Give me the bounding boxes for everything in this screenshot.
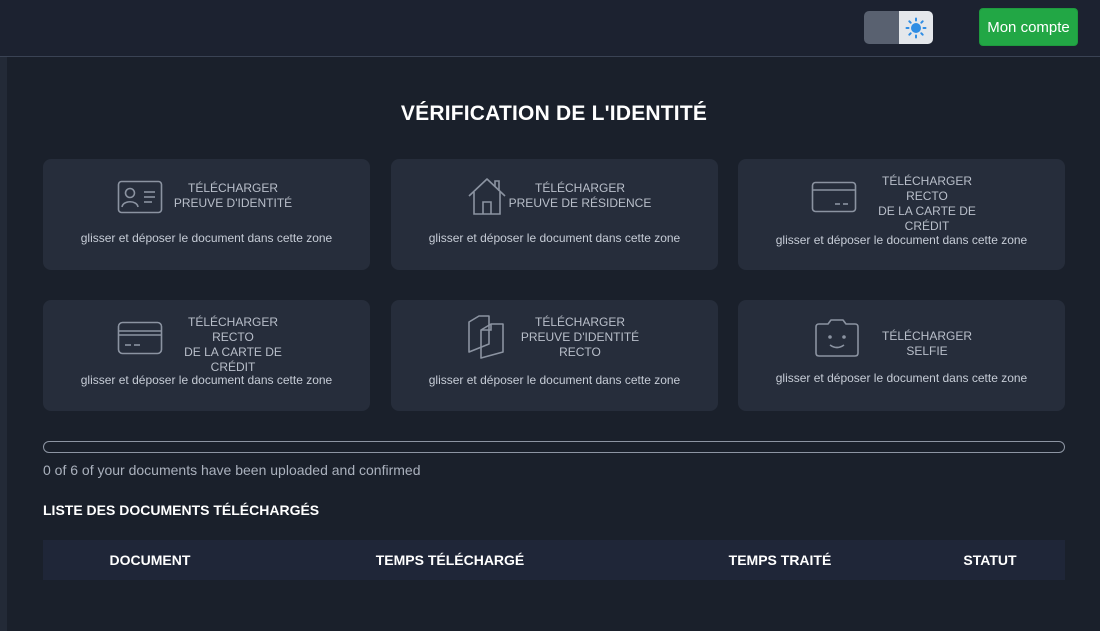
- light-mode-option[interactable]: [898, 11, 933, 44]
- dark-mode-option[interactable]: [864, 11, 899, 44]
- upload-card-hint: glisser et déposer le document dans cett…: [80, 373, 333, 387]
- upload-card-hint: glisser et déposer le document dans cett…: [428, 373, 681, 387]
- upload-card-hint: glisser et déposer le document dans cett…: [80, 231, 333, 245]
- column-header-processed-time: TEMPS TRAITÉ: [728, 552, 832, 568]
- upload-card-credit-card[interactable]: TÉLÉCHARGER RECTO DE LA CARTE DE CRÉDIT …: [738, 159, 1065, 270]
- selfie-icon: [815, 319, 859, 357]
- upload-progress-bar: [43, 441, 1065, 453]
- upload-card-identity-front[interactable]: TÉLÉCHARGER PREUVE D'IDENTITÉ RECTO glis…: [391, 300, 718, 411]
- upload-card-label: TÉLÉCHARGER PREUVE D'IDENTITÉ RECTO: [520, 315, 640, 359]
- documents-icon: [468, 315, 504, 359]
- sidebar-strip: [0, 57, 7, 631]
- upload-card-label: TÉLÉCHARGER PREUVE DE RÉSIDENCE: [508, 181, 652, 210]
- moon-icon: [875, 19, 884, 36]
- id-card-icon: [117, 180, 163, 214]
- credit-card-icon: [117, 321, 163, 355]
- sun-icon: [905, 17, 927, 38]
- upload-card-hint: glisser et déposer le document dans cett…: [775, 233, 1028, 247]
- upload-card-hint: glisser et déposer le document dans cett…: [775, 371, 1028, 385]
- theme-toggle[interactable]: [864, 11, 933, 44]
- house-icon: [468, 178, 506, 215]
- documents-table-header: DOCUMENT TEMPS TÉLÉCHARGÉ TEMPS TRAITÉ S…: [43, 540, 1065, 580]
- account-button[interactable]: Mon compte: [979, 8, 1078, 46]
- upload-card-credit-card-2[interactable]: TÉLÉCHARGER RECTO DE LA CARTE DE CRÉDIT …: [43, 300, 370, 411]
- column-header-uploaded-time: TEMPS TÉLÉCHARGÉ: [375, 552, 525, 568]
- upload-card-residence[interactable]: TÉLÉCHARGER PREUVE DE RÉSIDENCE glisser …: [391, 159, 718, 270]
- column-header-status: STATUT: [963, 552, 1017, 568]
- upload-card-label: TÉLÉCHARGER SELFIE: [881, 329, 973, 358]
- upload-card-label: TÉLÉCHARGER RECTO DE LA CARTE DE CRÉDIT: [878, 174, 976, 233]
- column-header-document: DOCUMENT: [109, 552, 191, 568]
- upload-card-selfie[interactable]: TÉLÉCHARGER SELFIE glisser et déposer le…: [738, 300, 1065, 411]
- upload-card-label: TÉLÉCHARGER RECTO DE LA CARTE DE CRÉDIT: [184, 315, 282, 374]
- page-title: VÉRIFICATION DE L'IDENTITÉ: [400, 102, 708, 125]
- top-bar: Mon compte: [0, 0, 1100, 57]
- upload-card-identity[interactable]: TÉLÉCHARGER PREUVE D'IDENTITÉ glisser et…: [43, 159, 370, 270]
- upload-card-hint: glisser et déposer le document dans cett…: [428, 231, 681, 245]
- progress-status-text: 0 of 6 of your documents have been uploa…: [43, 462, 421, 478]
- credit-card-icon: [811, 181, 857, 213]
- documents-list-title: LISTE DES DOCUMENTS TÉLÉCHARGÉS: [43, 502, 320, 518]
- upload-card-label: TÉLÉCHARGER PREUVE D'IDENTITÉ: [173, 181, 293, 210]
